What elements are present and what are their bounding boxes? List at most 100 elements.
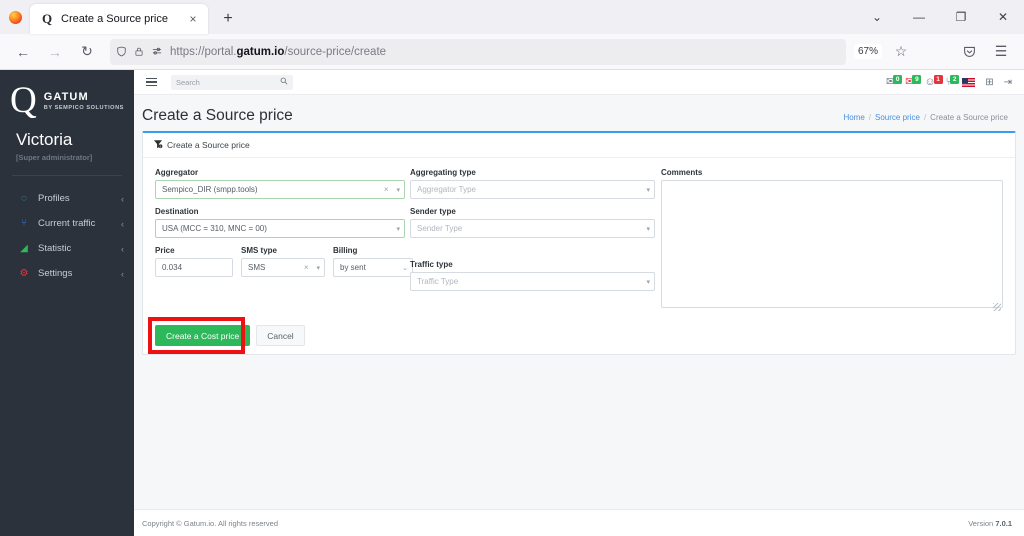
sidebar-divider bbox=[12, 175, 122, 176]
breadcrumb-current: Create a Source price bbox=[930, 113, 1008, 122]
chevron-down-icon[interactable]: ▾ bbox=[643, 225, 650, 233]
app-menu-icon[interactable]: ☰ bbox=[986, 38, 1016, 66]
form-column-right: Comments bbox=[655, 168, 1003, 321]
footer-version: Version 7.0.1 bbox=[968, 519, 1012, 528]
window-controls: ⌄ — ❐ ✕ bbox=[856, 0, 1024, 34]
browser-tab[interactable]: Q Create a Source price × bbox=[30, 4, 208, 34]
search-box[interactable] bbox=[171, 74, 293, 90]
breadcrumb-home[interactable]: Home bbox=[843, 113, 864, 122]
tab-favicon-icon: Q bbox=[41, 11, 53, 26]
chevron-left-icon: ‹ bbox=[121, 193, 124, 204]
close-window-button[interactable]: ✕ bbox=[982, 0, 1024, 34]
field-aggregator: Aggregator Sempico_DIR (smpp.tools) × ▾ bbox=[155, 168, 405, 199]
reload-button[interactable]: ↻ bbox=[72, 38, 102, 66]
sender-type-placeholder: Sender Type bbox=[417, 224, 463, 233]
comments-textarea[interactable] bbox=[661, 180, 1003, 308]
traffic-icon[interactable]: ⑂ 2 bbox=[946, 74, 960, 88]
url-path: /source-price/create bbox=[284, 45, 387, 58]
card-header-title: Create a Source price bbox=[167, 140, 250, 150]
sidebar-item-profiles[interactable]: ◌ Profiles ‹ bbox=[0, 186, 134, 211]
firefox-logo-icon bbox=[0, 0, 30, 34]
logout-icon[interactable]: ⇥ bbox=[1004, 77, 1012, 88]
bookmark-star-icon[interactable]: ☆ bbox=[886, 38, 916, 66]
aggregator-label: Aggregator bbox=[155, 168, 199, 177]
chevron-left-icon: ‹ bbox=[121, 268, 124, 279]
top-bar: ✉ 0 ✉ 9 ☺ 1 ⑂ 2 ⊞ bbox=[134, 70, 1024, 95]
billing-value: by sent bbox=[340, 263, 366, 272]
restore-button[interactable]: ❐ bbox=[940, 0, 982, 34]
chevron-down-icon[interactable]: ▾ bbox=[393, 225, 400, 233]
sms-type-clear-icon[interactable]: × bbox=[299, 263, 314, 272]
destination-select[interactable]: USA (MCC = 310, MNC = 00) ▾ bbox=[155, 219, 405, 238]
browser-window: Q Create a Source price × + ⌄ — ❐ ✕ ← → … bbox=[0, 0, 1024, 536]
breadcrumb-source-price[interactable]: Source price bbox=[875, 113, 920, 122]
sms-type-label: SMS type bbox=[241, 246, 278, 255]
tab-close-icon[interactable]: × bbox=[184, 10, 202, 28]
sender-type-select[interactable]: Sender Type ▾ bbox=[410, 219, 655, 238]
grid-icon[interactable]: ⊞ bbox=[985, 77, 993, 88]
traffic-type-select[interactable]: Traffic Type ▾ bbox=[410, 272, 655, 291]
sidebar-item-settings[interactable]: ⚙ Settings ‹ bbox=[0, 261, 134, 286]
form-actions: Create a Cost price Cancel bbox=[148, 317, 1003, 354]
page-title: Create a Source price bbox=[142, 107, 293, 124]
minimize-button[interactable]: — bbox=[898, 0, 940, 34]
chevron-down-icon[interactable]: ▾ bbox=[643, 278, 650, 286]
brand-name: GATUM bbox=[43, 91, 89, 103]
billing-select[interactable]: by sent ⌄ bbox=[333, 258, 413, 277]
footer: Copyright © Gatum.io. All rights reserve… bbox=[134, 509, 1024, 536]
create-cost-price-button[interactable]: Create a Cost price bbox=[155, 325, 251, 346]
gatum-logo-icon: Q bbox=[10, 80, 37, 121]
search-icon[interactable] bbox=[280, 77, 288, 87]
aggregating-type-select[interactable]: Aggregator Type ▾ bbox=[410, 180, 655, 199]
brand-logo[interactable]: Q GATUM BY SEMPICO SOLUTIONS bbox=[0, 70, 134, 120]
field-destination: Destination USA (MCC = 310, MNC = 00) ▾ bbox=[155, 207, 405, 238]
sms-badge: 0 bbox=[893, 74, 903, 84]
forward-button[interactable]: → bbox=[40, 38, 70, 66]
settings-gear-icon: ⚙ bbox=[19, 267, 29, 279]
field-comments: Comments bbox=[661, 168, 1003, 313]
version-label: Version bbox=[968, 518, 994, 528]
alerts-icon[interactable]: ✉ 9 bbox=[905, 74, 922, 88]
version-number: 7.0.1 bbox=[995, 518, 1012, 528]
back-button[interactable]: ← bbox=[8, 38, 38, 66]
address-bar[interactable]: https://portal.gatum.io/source-price/cre… bbox=[110, 38, 846, 65]
statistic-icon: ◢ bbox=[20, 242, 28, 254]
chevron-down-icon[interactable]: ▾ bbox=[393, 186, 400, 194]
search-input[interactable] bbox=[176, 77, 276, 87]
aggregator-clear-icon[interactable]: × bbox=[379, 185, 394, 194]
breadcrumb-separator: / bbox=[868, 113, 872, 122]
comments-label: Comments bbox=[661, 168, 703, 177]
traffic-badge: 2 bbox=[950, 74, 960, 84]
users-icon[interactable]: ☺ 1 bbox=[924, 74, 943, 88]
brand-tagline: BY SEMPICO SOLUTIONS bbox=[43, 105, 124, 111]
sms-type-select[interactable]: SMS × ▾ bbox=[241, 258, 325, 277]
hamburger-icon[interactable] bbox=[142, 75, 161, 90]
tab-title: Create a Source price bbox=[61, 13, 168, 25]
main-content: ✉ 0 ✉ 9 ☺ 1 ⑂ 2 ⊞ bbox=[134, 70, 1024, 536]
sms-icon[interactable]: ✉ 0 bbox=[886, 74, 903, 88]
us-flag-icon[interactable] bbox=[962, 77, 976, 87]
card-body: Aggregator Sempico_DIR (smpp.tools) × ▾ … bbox=[143, 158, 1015, 354]
chevron-down-icon[interactable]: ▾ bbox=[643, 186, 650, 194]
sidebar-item-statistic[interactable]: ◢ Statistic ‹ bbox=[0, 236, 134, 261]
new-tab-button[interactable]: + bbox=[214, 5, 242, 33]
pocket-icon[interactable] bbox=[954, 38, 984, 66]
sidebar-item-current-traffic[interactable]: ⑂ Current traffic ‹ bbox=[0, 211, 134, 236]
profiles-icon: ◌ bbox=[21, 192, 27, 204]
field-price: Price bbox=[155, 246, 272, 277]
sms-type-value: SMS bbox=[248, 263, 266, 272]
cancel-button[interactable]: Cancel bbox=[256, 325, 305, 346]
aggregator-select[interactable]: Sempico_DIR (smpp.tools) × ▾ bbox=[155, 180, 405, 199]
price-input-wrap[interactable] bbox=[155, 258, 272, 277]
price-label: Price bbox=[155, 246, 175, 255]
url-domain: gatum.io bbox=[236, 45, 285, 58]
url-prefix: https://portal. bbox=[170, 45, 237, 58]
shield-icon[interactable] bbox=[116, 46, 127, 57]
permissions-icon[interactable] bbox=[151, 46, 163, 57]
zoom-level-indicator[interactable]: 67% bbox=[853, 44, 882, 59]
lock-icon[interactable] bbox=[134, 46, 144, 57]
sidebar-item-label: Profiles bbox=[38, 193, 70, 204]
destination-label: Destination bbox=[155, 207, 199, 216]
tab-list-chevron-down-icon[interactable]: ⌄ bbox=[856, 0, 898, 34]
chevron-down-icon[interactable]: ▾ bbox=[313, 264, 320, 272]
